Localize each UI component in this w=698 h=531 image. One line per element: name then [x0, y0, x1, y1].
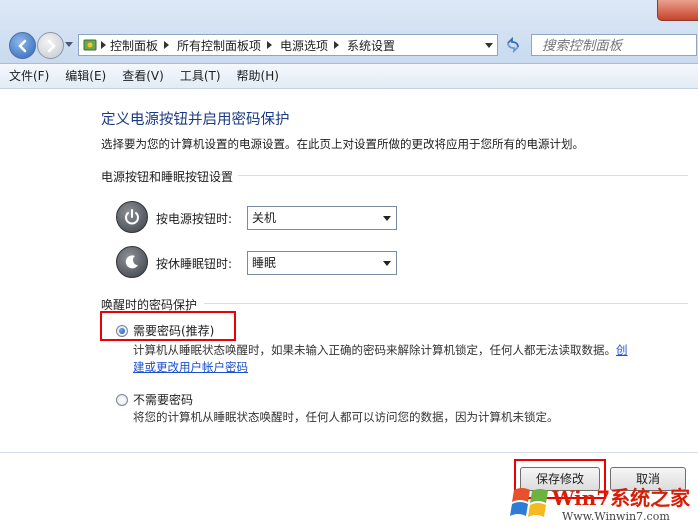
menu-bar: 文件(F) 编辑(E) 查看(V) 工具(T) 帮助(H) [0, 64, 698, 89]
search-input[interactable] [531, 34, 697, 56]
create-password-link[interactable]: 创 [616, 343, 628, 357]
menu-help[interactable]: 帮助(H) [228, 64, 286, 88]
require-password-description: 计算机从睡眠状态唤醒时，如果未输入正确的密码来解除计算机锁定，任何人都无法读取数… [133, 343, 628, 357]
menu-file[interactable]: 文件(F) [0, 64, 56, 88]
create-password-link[interactable]: 建或更改用户帐户密码 [133, 359, 248, 375]
main-content: 定义电源按钮并启用密码保护 选择要为您的计算机设置的电源设置。在此页上对设置所做… [0, 89, 698, 531]
breadcrumb-separator[interactable] [164, 41, 170, 49]
watermark-brand: Win7系统之家 [552, 486, 691, 510]
no-password-radio[interactable] [116, 394, 128, 406]
chevron-down-icon [383, 261, 391, 266]
footer-divider [0, 452, 698, 453]
section-divider [204, 303, 688, 304]
no-password-label[interactable]: 不需要密码 [133, 391, 193, 408]
sleep-button-select[interactable]: 睡眠 [247, 251, 397, 275]
breadcrumb-label: 系统设置 [347, 38, 396, 53]
select-value: 睡眠 [252, 256, 277, 270]
watermark-logo: Win7系统之家 Www.Winwin7.com [508, 476, 698, 531]
recent-pages-dropdown[interactable] [65, 42, 73, 47]
address-bar[interactable]: 控制面板 所有控制面板项 电源选项 系统设置 [78, 34, 498, 56]
power-button-select[interactable]: 关机 [247, 206, 397, 230]
back-button[interactable] [9, 32, 36, 59]
sleep-button-icon [116, 246, 148, 278]
control-panel-icon [79, 35, 101, 55]
section-divider [238, 175, 688, 176]
select-value: 关机 [252, 211, 277, 225]
sleep-button-label: 按休睡眠钮时: [156, 257, 233, 271]
windows-logo-icon [510, 488, 548, 517]
forward-button[interactable] [37, 32, 64, 59]
breadcrumb-power-options[interactable]: 电源选项 [276, 35, 343, 55]
window-titlebar: 控制面板 所有控制面板项 电源选项 系统设置 [0, 0, 698, 64]
no-password-description: 将您的计算机从睡眠状态唤醒时，任何人都可以访问您的数据，因为计算机未锁定。 [133, 410, 559, 424]
breadcrumb-label: 所有控制面板项 [177, 38, 262, 53]
power-section-title: 电源按钮和睡眠按钮设置 [101, 170, 234, 184]
page-description: 选择要为您的计算机设置的电源设置。在此页上对设置所做的更改将应用于您所有的电源计… [101, 137, 584, 151]
chevron-down-icon [383, 216, 391, 221]
menu-view[interactable]: 查看(V) [113, 64, 171, 88]
highlight-box [100, 311, 236, 341]
refresh-icon [507, 37, 519, 53]
address-dropdown-icon[interactable] [485, 43, 493, 48]
power-button-label: 按电源按钮时: [156, 212, 233, 226]
breadcrumb-separator[interactable] [267, 41, 273, 49]
breadcrumb-label: 电源选项 [280, 38, 329, 53]
breadcrumb-control-panel[interactable]: 控制面板 [106, 35, 173, 55]
refresh-button[interactable] [502, 34, 524, 56]
window-close-button[interactable] [657, 0, 698, 21]
breadcrumb-label: 控制面板 [110, 38, 159, 53]
watermark-url: Www.Winwin7.com [562, 510, 670, 523]
menu-edit[interactable]: 编辑(E) [56, 64, 113, 88]
breadcrumb-separator[interactable] [334, 41, 340, 49]
arrow-left-icon [18, 39, 27, 53]
power-button-icon [116, 201, 148, 233]
menu-tools[interactable]: 工具(T) [171, 64, 228, 88]
page-title: 定义电源按钮并启用密码保护 [101, 112, 290, 128]
breadcrumb-system-settings[interactable]: 系统设置 [343, 35, 399, 55]
arrow-right-icon [47, 39, 56, 53]
breadcrumb-all-items[interactable]: 所有控制面板项 [173, 35, 276, 55]
